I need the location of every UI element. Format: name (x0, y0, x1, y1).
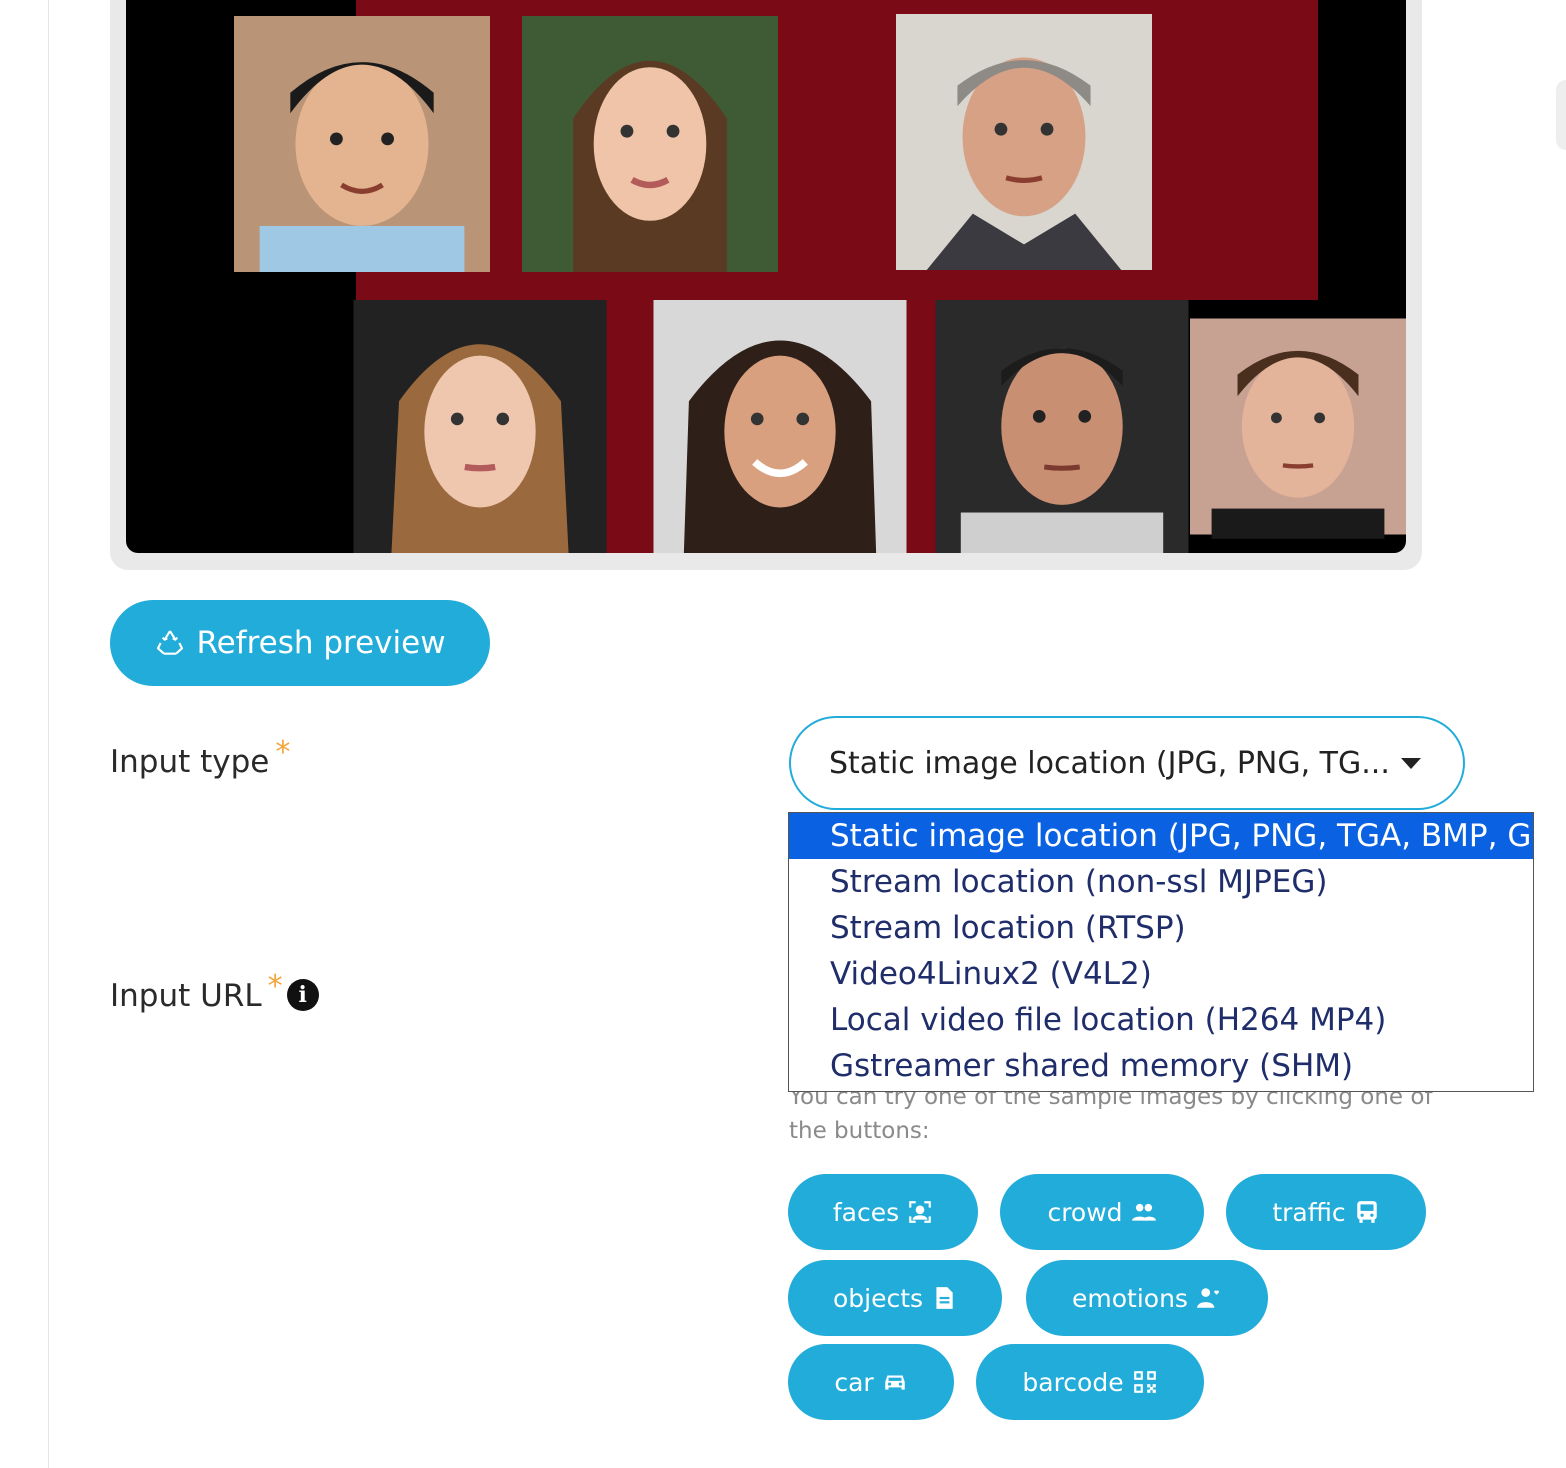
face-scan-icon (909, 1201, 931, 1223)
sample-barcode-button[interactable]: barcode (976, 1344, 1204, 1420)
preview-image (126, 0, 1406, 553)
face-thumbnail (1190, 300, 1406, 553)
info-icon[interactable]: i (286, 978, 319, 1011)
sample-emotions-label: emotions (1072, 1283, 1188, 1313)
face-thumbnail (896, 14, 1152, 270)
users-icon (1131, 1203, 1156, 1221)
bus-icon (1356, 1201, 1377, 1223)
sample-objects-button[interactable]: objects (788, 1260, 1002, 1336)
required-asterisk: * (267, 969, 283, 1004)
input-url-label-text: Input URL (110, 978, 262, 1014)
input-type-selected-value: Static image location (JPG, PNG, TG... (829, 745, 1390, 781)
sample-barcode-label: barcode (1022, 1367, 1124, 1397)
input-type-dropdown-list: Static image location (JPG, PNG, TGA, BM… (788, 812, 1566, 1092)
face-thumbnail (934, 300, 1190, 553)
sample-car-label: car (834, 1367, 874, 1397)
preview-background (356, 0, 1318, 300)
recycle-icon (157, 630, 184, 655)
face-thumbnail (522, 16, 778, 272)
side-handle (1556, 80, 1566, 150)
refresh-preview-button[interactable]: Refresh preview (110, 600, 490, 686)
input-type-label-text: Input type (110, 744, 270, 780)
car-icon (884, 1375, 905, 1390)
sample-objects-label: objects (832, 1283, 924, 1313)
sample-traffic-button[interactable]: traffic (1226, 1174, 1426, 1250)
sample-car-button[interactable]: car (788, 1344, 954, 1420)
dropdown-option[interactable]: Static image location (JPG, PNG, TGA, BM… (789, 813, 1566, 859)
face-thumbnail (352, 300, 608, 553)
dropdown-option[interactable]: Stream location (RTSP) (789, 905, 1533, 951)
input-type-select[interactable]: Static image location (JPG, PNG, TG... (789, 716, 1465, 810)
dropdown-option[interactable]: Stream location (non-ssl MJPEG) (789, 859, 1533, 905)
face-thumbnail (234, 16, 490, 272)
dropdown-option[interactable]: Video4Linux2 (V4L2) (789, 951, 1533, 997)
chevron-down-icon (1401, 758, 1421, 769)
page-edge (1527, 0, 1566, 1468)
sample-faces-button[interactable]: faces (788, 1174, 978, 1250)
dropdown-option[interactable]: Gstreamer shared memory (SHM) (789, 1043, 1533, 1089)
required-asterisk: * (275, 735, 291, 770)
input-type-label: Input type * (110, 735, 290, 780)
sample-emotions-button[interactable]: emotions (1026, 1260, 1268, 1336)
sample-crowd-label: crowd (1047, 1197, 1123, 1227)
qr-code-icon (1133, 1371, 1156, 1393)
face-thumbnail (652, 300, 908, 553)
refresh-preview-label: Refresh preview (196, 625, 446, 661)
input-url-label: Input URL * i (110, 969, 319, 1014)
dropdown-option[interactable]: Local video file location (H264 MP4) (789, 997, 1533, 1043)
sample-traffic-label: traffic (1272, 1197, 1346, 1227)
document-icon (936, 1287, 953, 1309)
user-heart-icon (1197, 1288, 1219, 1308)
sample-faces-label: faces (832, 1197, 900, 1227)
sample-crowd-button[interactable]: crowd (1000, 1174, 1204, 1250)
